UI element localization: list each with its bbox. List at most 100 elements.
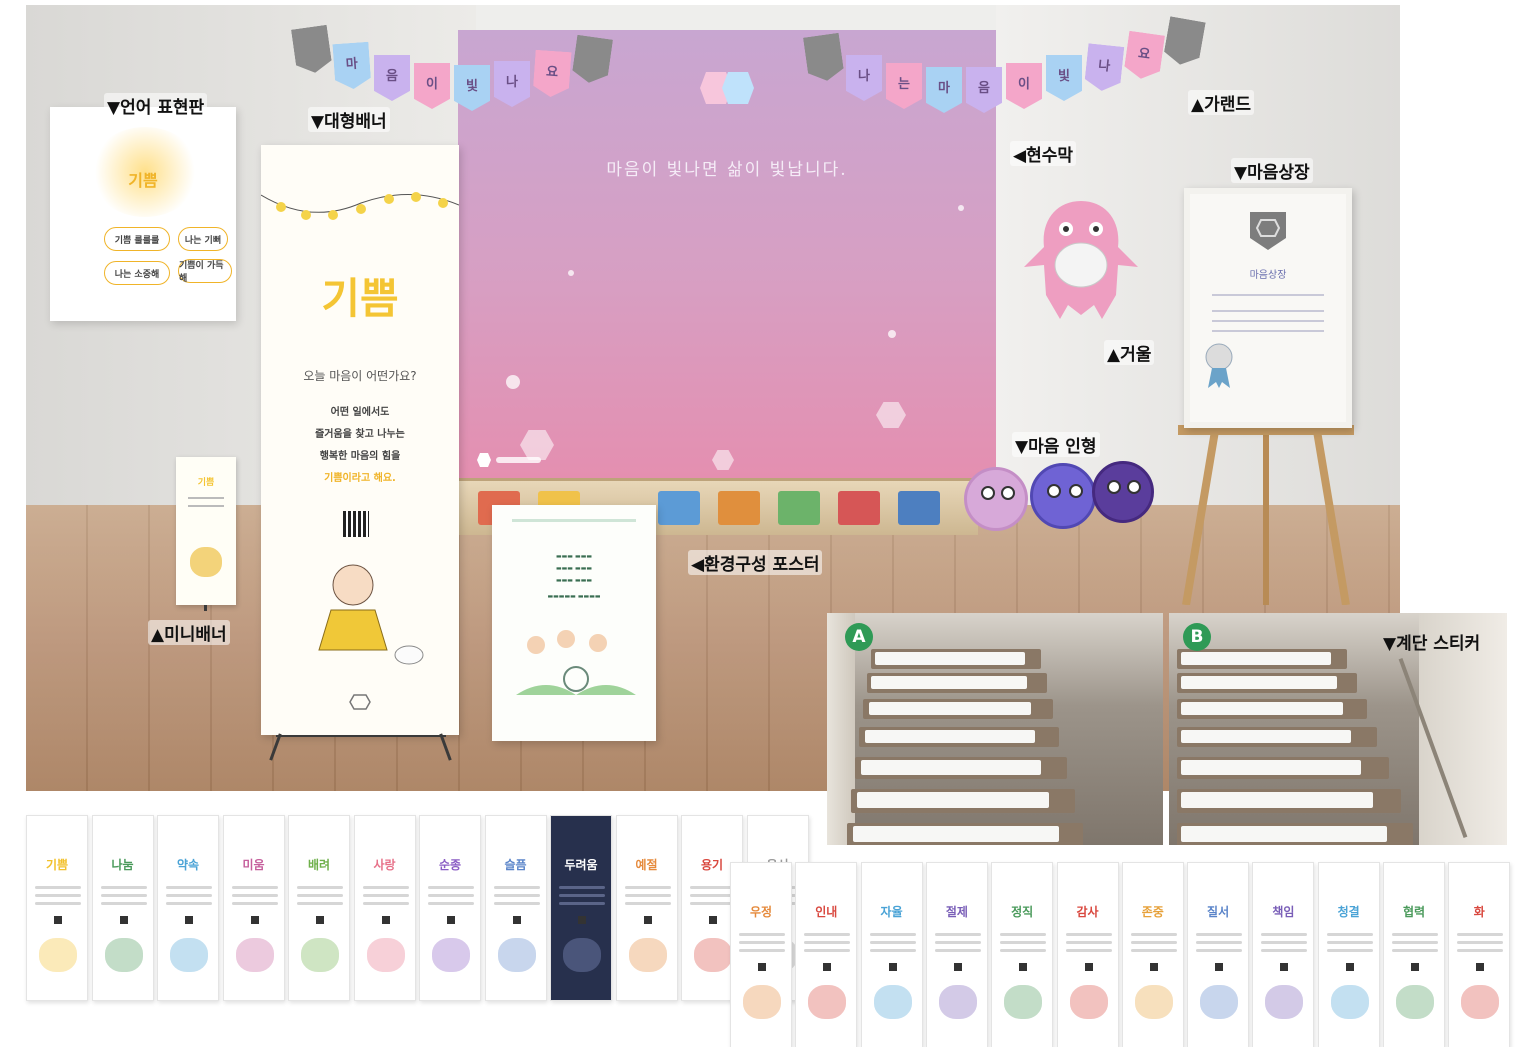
promo-image: 마음이 빛나면 삶이 빛납니다. 마 음 이 빛 나 요 나 는 마 음 이 빛…: [0, 0, 1525, 1047]
card-title: 두려움: [564, 858, 598, 872]
label-mini-banner: ▲미니배너: [148, 620, 230, 645]
emotion-banner-card: 질서: [1187, 862, 1250, 1047]
card-text-line: [1000, 941, 1047, 944]
card-title: 감사: [1076, 905, 1099, 919]
poster-line: ▬▬▬▬▬ ▬▬▬▬: [547, 593, 601, 600]
text-line: [1212, 330, 1324, 332]
bubble: [568, 270, 574, 276]
card-illustration: [938, 985, 977, 1019]
card-text-line: [1196, 941, 1243, 944]
qr-code-icon: [643, 916, 652, 924]
card-title: 나눔: [111, 858, 134, 872]
card-text-line: [100, 886, 147, 889]
emotion-banner-card: 배려: [288, 815, 350, 1001]
card-title: 기쁨: [45, 858, 69, 872]
emotion-banner-card: 슬픔: [484, 815, 547, 1001]
qr-code-icon: [1084, 963, 1093, 971]
card-illustration: [1004, 985, 1043, 1019]
doll-blue: [1030, 463, 1096, 529]
emotion-banner-card: 약속: [157, 815, 219, 1001]
bubble: [506, 375, 520, 389]
card-illustration: [628, 938, 667, 972]
card-text-line: [934, 941, 981, 944]
dancing-child-illustration: [318, 564, 424, 665]
card-text-line: [1130, 941, 1177, 944]
string-lights-icon: [261, 192, 459, 220]
card-text-line: [100, 902, 147, 905]
large-banner-line: 즐거움을 찾고 나누는: [315, 429, 405, 440]
mirror-character-icon: [1024, 201, 1138, 319]
label-award: ▼마음상장: [1231, 158, 1313, 183]
card-text-line: [1457, 949, 1504, 952]
card-text-line: [559, 894, 605, 897]
card-text-line: [362, 886, 409, 889]
large-banner-question: 오늘 마음이 어떤가요?: [303, 369, 417, 383]
qr-code-icon: [343, 511, 369, 537]
card-text-line: [739, 933, 785, 936]
text-line: [1212, 294, 1324, 296]
card-text-line: [428, 902, 474, 905]
banner-stand: [276, 735, 446, 737]
card-text-line: [559, 902, 605, 905]
card-text-line: [739, 941, 785, 944]
card-text-line: [804, 933, 851, 936]
emotion-banner-card: 우정: [730, 862, 792, 1047]
card-title: 약속: [176, 858, 200, 872]
label-backdrop: ◀현수막: [1010, 141, 1076, 166]
qr-code-icon: [1345, 963, 1354, 971]
large-banner-title: 기쁨: [321, 274, 399, 323]
card-text-line: [869, 941, 916, 944]
card-text-line: [1392, 941, 1438, 944]
large-banner-line: 어떤 일에서도: [330, 407, 390, 418]
card-text-line: [1326, 949, 1373, 952]
card-text-line: [1261, 941, 1308, 944]
doll-pink: [964, 467, 1028, 531]
card-text-line: [493, 902, 540, 905]
qr-code-icon: [888, 963, 897, 971]
emotion-banner-card: 예절: [615, 815, 678, 1001]
card-illustration: [432, 938, 470, 972]
card-title: 슬픔: [504, 858, 527, 872]
card-text-line: [362, 894, 409, 897]
language-board: 기쁨 기쁨 룰룰룰 나는 기뻐 나는 소중해 기쁨이 가득해: [50, 107, 236, 321]
card-title: 미움: [242, 858, 265, 872]
certificate-title: 마음상장: [1249, 270, 1287, 281]
card-title: 협력: [1402, 905, 1426, 919]
label-mirror: ▲거울: [1104, 340, 1155, 365]
qr-code-icon: [185, 916, 193, 924]
emotion-banner-card: 협력: [1383, 862, 1445, 1047]
card-text-line: [739, 949, 785, 952]
card-text-line: [493, 886, 540, 889]
card-text-line: [1065, 941, 1112, 944]
mini-banner: 기쁨: [176, 457, 236, 605]
card-text-line: [1457, 933, 1504, 936]
card-illustration: [170, 938, 208, 972]
label-garland: ▲가랜드: [1188, 90, 1254, 115]
qr-code-icon: [447, 916, 455, 924]
qr-code-icon: [54, 916, 62, 924]
emotion-banner-card: 미움: [222, 815, 285, 1001]
card-illustration: [563, 938, 601, 972]
qr-code-icon: [709, 916, 717, 924]
card-text-line: [559, 886, 605, 889]
expression-pill: 기쁨 룰룰룰: [104, 227, 170, 251]
card-title: 배려: [307, 858, 331, 872]
card-text-line: [166, 886, 212, 889]
card-title: 순종: [438, 858, 462, 872]
qr-code-icon: [316, 916, 324, 924]
stair-photo-a: A: [827, 613, 1163, 845]
card-text-line: [362, 902, 409, 905]
large-banner-line: 행복한 마음의 힘을: [319, 451, 401, 462]
card-illustration: [1134, 985, 1173, 1019]
banner-stand: [204, 605, 207, 611]
card-title: 예절: [635, 858, 658, 872]
card-title: 사랑: [373, 858, 396, 872]
text-line: [1212, 320, 1324, 322]
card-text-line: [231, 894, 278, 897]
qr-code-icon: [578, 916, 586, 924]
emotion-banner-card: 순종: [419, 815, 481, 1001]
expression-pill: 기쁨이 가득해: [178, 259, 232, 284]
card-text-line: [1065, 949, 1112, 952]
card-text-line: [297, 894, 343, 897]
emotion-banner-card: 인내: [795, 862, 858, 1047]
